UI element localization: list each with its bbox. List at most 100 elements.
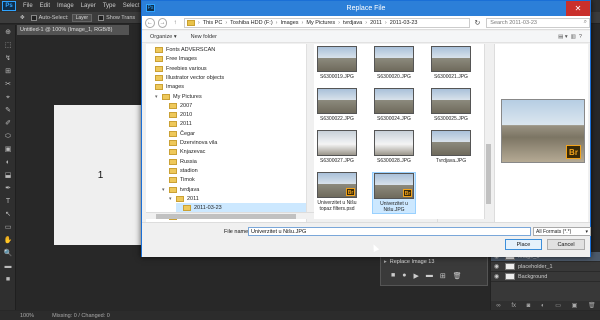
auto-select-checkbox[interactable]: Auto-Select: — [30, 14, 69, 21]
mask-icon[interactable]: ◙ — [527, 303, 531, 309]
zoom-level[interactable]: 100% — [20, 313, 34, 319]
cancel-button[interactable]: Cancel — [547, 239, 585, 250]
layer-row[interactable]: ◉ placeholder_1 — [491, 262, 600, 272]
menu-image[interactable]: Image — [57, 3, 74, 9]
file-thumbnail[interactable]: Br Univerzitet u Nišu topaz filters.psd — [315, 172, 359, 212]
view-options-icon[interactable]: ▤ ▾ ▥ ? — [558, 34, 582, 40]
file-thumbnail[interactable]: S6300025.JPG — [429, 88, 473, 122]
chevron-icon[interactable]: ▾ — [155, 94, 160, 100]
dialog-title-bar[interactable]: Ps Replace File ✕ — [142, 1, 590, 16]
tree-item-label: 2011-03-23 — [194, 205, 222, 212]
document-canvas[interactable]: 1 — [54, 105, 147, 245]
breadcrumb-separator-icon[interactable]: › — [365, 20, 367, 26]
tool-icon[interactable]: ✒ — [3, 185, 13, 193]
breadcrumb-separator-icon[interactable]: › — [302, 20, 304, 26]
file-thumbnail[interactable]: S6300028.JPG — [372, 130, 416, 164]
menu-layer[interactable]: Layer — [81, 3, 96, 9]
tool-icon[interactable]: ↯ — [3, 55, 13, 63]
breadcrumb-item[interactable]: 2011 — [370, 20, 382, 26]
tool-icon[interactable]: 🔍 — [3, 250, 13, 258]
new-action-icon[interactable]: ⊞ — [440, 272, 446, 280]
tool-icon[interactable]: ▭ — [3, 224, 13, 232]
file-thumbnail[interactable]: S6300021.JPG — [429, 46, 473, 80]
breadcrumb-separator-icon[interactable]: › — [225, 20, 227, 26]
tool-icon[interactable]: ⬚ — [3, 42, 13, 50]
back-button[interactable]: ← — [145, 17, 155, 28]
refresh-icon[interactable]: ↻ — [473, 18, 483, 28]
organize-menu[interactable]: Organize ▾ — [150, 34, 177, 40]
file-thumbnail[interactable]: S6300022.JPG — [315, 88, 359, 122]
file-thumbnail[interactable]: Br Univerzitet u Nišu.JPG — [372, 172, 416, 214]
tool-icon[interactable]: ⊞ — [3, 68, 13, 76]
breadcrumb-item[interactable]: This PC — [203, 20, 223, 26]
fx-icon[interactable]: fx — [511, 303, 516, 309]
show-transform-checkbox[interactable]: Show Trans — [98, 14, 135, 21]
up-button[interactable]: ↑ — [170, 18, 180, 28]
file-format-select[interactable]: All Formats (*.*) ▾ — [533, 227, 591, 236]
tool-icon[interactable]: T — [3, 198, 13, 206]
breadcrumb-separator-icon[interactable]: › — [338, 20, 340, 26]
record-icon[interactable]: ● — [402, 272, 406, 280]
tool-icon[interactable]: ⬓ — [3, 172, 13, 180]
thumbnail-image — [317, 130, 357, 156]
tool-icon[interactable]: ✐ — [3, 120, 13, 128]
file-thumbnail[interactable]: S6300019.JPG — [315, 46, 359, 80]
menu-file[interactable]: File — [23, 3, 33, 9]
breadcrumb-item[interactable]: My Pictures — [306, 20, 335, 26]
group-icon[interactable]: ▭ — [555, 302, 561, 309]
chevron-icon[interactable]: ▾ — [162, 187, 167, 193]
tool-icon[interactable]: ■ — [3, 276, 13, 284]
file-thumbnail[interactable]: S6300027.JPG — [315, 130, 359, 164]
visibility-eye-icon[interactable]: ◉ — [494, 263, 502, 270]
tool-icon[interactable]: ▬ — [3, 263, 13, 271]
trash-icon[interactable]: 🗑 — [588, 302, 596, 309]
place-button[interactable]: Place — [505, 239, 542, 250]
play-icon[interactable]: ▶ — [413, 272, 418, 280]
forward-button[interactable]: → — [157, 17, 168, 28]
visibility-eye-icon[interactable]: ◉ — [494, 273, 502, 280]
tool-icon[interactable]: ↖ — [3, 211, 13, 219]
move-tool-icon[interactable]: ✥ — [20, 15, 25, 21]
stop-icon[interactable]: ■ — [391, 272, 395, 280]
tool-icon[interactable]: ⌖ — [3, 94, 13, 102]
tool-icon[interactable]: ⬭ — [3, 133, 13, 141]
tool-icon[interactable]: ✋ — [3, 237, 13, 245]
file-thumbnail[interactable]: S6300020.JPG — [372, 46, 416, 80]
file-list-scrollbar[interactable] — [484, 44, 491, 219]
trash-icon[interactable]: 🗑 — [453, 272, 462, 280]
breadcrumb-item[interactable]: tvrdjava — [343, 20, 362, 26]
new-layer-icon[interactable]: ▣ — [572, 302, 578, 309]
breadcrumb-separator-icon[interactable]: › — [276, 20, 278, 26]
document-tab[interactable]: Untitled-1 @ 100% (Image_1, RGB/8) — [17, 25, 129, 35]
breadcrumb-separator-icon[interactable]: › — [385, 20, 387, 26]
breadcrumb-separator-icon[interactable]: › — [198, 20, 200, 26]
address-bar[interactable]: › This PC › Toshiba HDD (F:) › Images › My Pict… — [183, 17, 470, 28]
new-folder-button[interactable]: New folder — [191, 34, 217, 40]
menu-edit[interactable]: Edit — [40, 3, 50, 9]
layers-footer: ∞ fx ◙ ◐ ▭ ▣ 🗑 — [491, 301, 600, 310]
file-thumbnail[interactable]: Tvrdjava.JPG — [429, 130, 473, 164]
layer-select[interactable]: Layer — [71, 13, 93, 22]
close-button[interactable]: ✕ — [566, 1, 590, 16]
chevron-right-icon[interactable]: ▸ — [384, 259, 387, 265]
tool-icon[interactable]: ✎ — [3, 107, 13, 115]
breadcrumb-item[interactable]: Toshiba HDD (F:) — [230, 20, 272, 26]
tool-icon[interactable]: ◐ — [3, 159, 13, 167]
layer-row[interactable]: ◉ Background — [491, 272, 600, 282]
tool-icon[interactable]: ✂ — [3, 81, 13, 89]
new-set-icon[interactable]: ▬ — [426, 272, 433, 280]
tool-icon[interactable]: ⊕ — [3, 29, 13, 37]
file-name-field[interactable] — [248, 227, 531, 236]
breadcrumb-item[interactable]: Images — [281, 20, 299, 26]
breadcrumb-item[interactable]: 2011-03-23 — [390, 20, 418, 26]
chevron-icon[interactable]: ▾ — [169, 196, 174, 202]
file-name: S6300019.JPG — [320, 74, 354, 80]
search-input[interactable]: Search 2011-03-23 ⌕ — [486, 17, 590, 28]
menu-select[interactable]: Select — [123, 3, 140, 9]
link-icon[interactable]: ∞ — [496, 303, 500, 309]
file-thumbnail[interactable]: S6300024.JPG — [372, 88, 416, 122]
menu-type[interactable]: Type — [103, 3, 116, 9]
action-item[interactable]: ▸ Replace Image 13 — [384, 257, 484, 266]
adjustment-icon[interactable]: ◐ — [541, 303, 545, 309]
tool-icon[interactable]: ▣ — [3, 146, 13, 154]
